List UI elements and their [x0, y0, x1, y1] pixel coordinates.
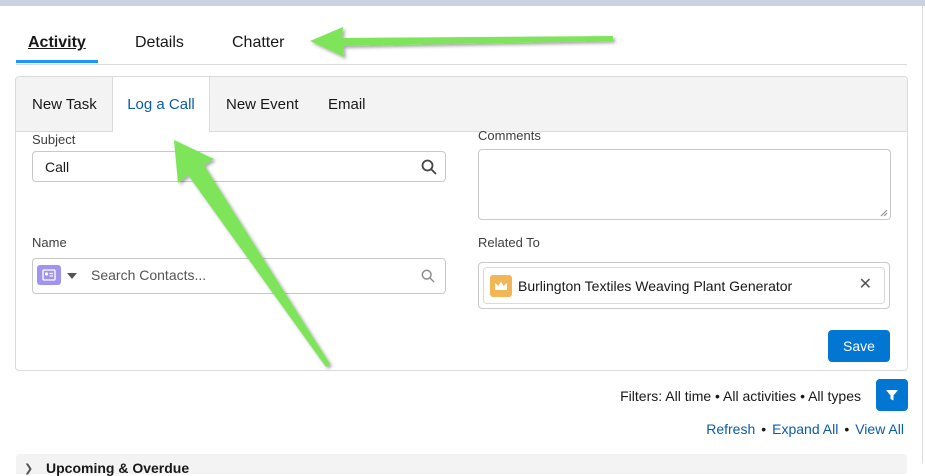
tab-log-a-call[interactable]: Log a Call: [112, 77, 210, 132]
composer-tabs: New Task Log a Call New Event Email: [16, 77, 907, 132]
name-placeholder: Search Contacts...: [91, 267, 207, 283]
chevron-down-icon[interactable]: [67, 273, 77, 279]
view-all-link[interactable]: View All: [855, 421, 904, 437]
tab-details[interactable]: Details: [135, 34, 184, 52]
search-icon[interactable]: [421, 159, 437, 175]
active-tab-indicator: [16, 60, 98, 63]
tab-activity[interactable]: Activity: [28, 34, 86, 52]
related-to-pill[interactable]: Burlington Textiles Weaving Plant Genera…: [483, 267, 885, 304]
save-button[interactable]: Save: [828, 330, 890, 362]
subject-value: Call: [45, 159, 70, 175]
contact-icon[interactable]: [37, 265, 61, 285]
refresh-link[interactable]: Refresh: [706, 421, 755, 437]
crown-icon: [490, 275, 512, 297]
comments-label: Comments: [478, 128, 541, 143]
related-to-field: Burlington Textiles Weaving Plant Genera…: [478, 262, 890, 309]
resize-grip-icon[interactable]: [880, 209, 888, 217]
activity-card: Activity Details Chatter New Task Log a …: [0, 6, 923, 476]
filter-button[interactable]: [876, 379, 908, 411]
tab-chatter[interactable]: Chatter: [232, 34, 284, 52]
subject-label: Subject: [32, 132, 76, 147]
expand-all-link[interactable]: Expand All: [772, 421, 838, 437]
comments-textarea[interactable]: [478, 149, 891, 220]
separator: •: [761, 421, 767, 437]
search-icon: [421, 269, 435, 283]
related-to-label: Related To: [478, 235, 540, 250]
name-lookup[interactable]: Search Contacts...: [32, 258, 446, 294]
chevron-right-icon[interactable]: ❯: [24, 462, 33, 475]
section-title: Upcoming & Overdue: [46, 460, 190, 476]
filter-icon: [886, 390, 898, 401]
tab-email[interactable]: Email: [328, 77, 366, 131]
record-tabs: Activity Details Chatter: [16, 26, 907, 65]
name-label: Name: [32, 235, 67, 250]
related-to-value: Burlington Textiles Weaving Plant Genera…: [518, 278, 793, 294]
subject-input[interactable]: Call: [32, 151, 446, 182]
timeline-links: Refresh • Expand All • View All: [706, 421, 904, 437]
separator: •: [844, 421, 850, 437]
filters-summary: Filters: All time • All activities • All…: [620, 388, 861, 404]
activity-composer: New Task Log a Call New Event Email: [15, 76, 908, 371]
tab-new-event[interactable]: New Event: [226, 77, 299, 131]
close-icon[interactable]: ✕: [859, 276, 872, 294]
tab-new-task[interactable]: New Task: [32, 77, 97, 131]
